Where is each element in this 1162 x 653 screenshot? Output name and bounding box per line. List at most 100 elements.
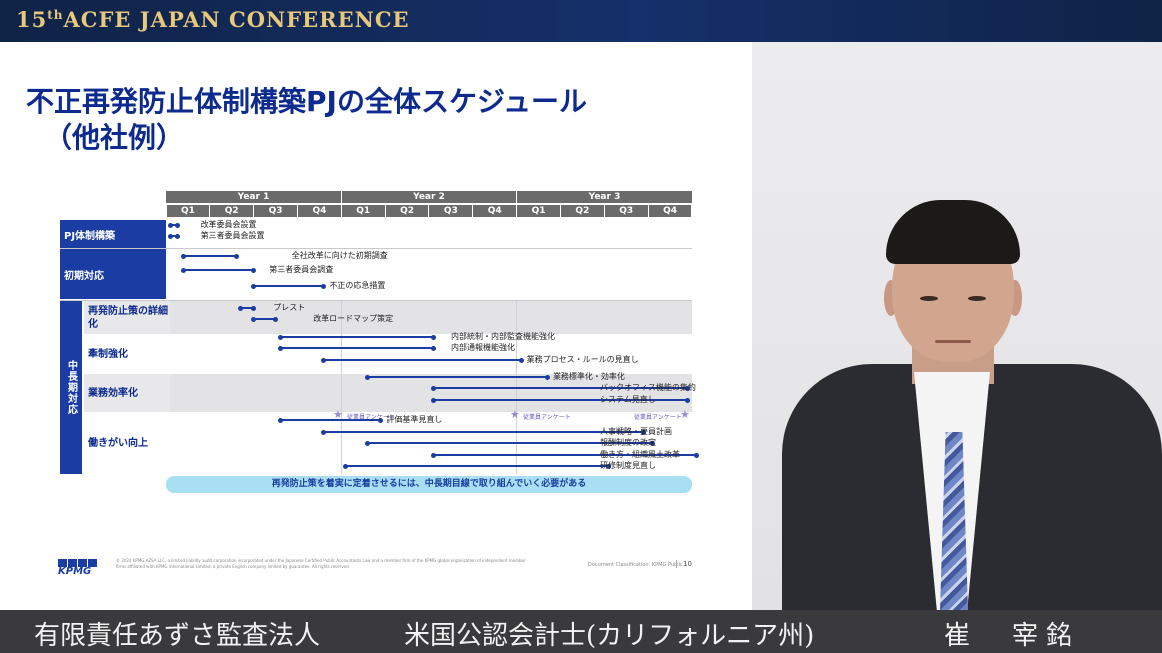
gantt-bar-endpoint xyxy=(233,254,239,259)
gantt-bar-endpoint xyxy=(277,418,283,423)
quarter-header: Q4 xyxy=(473,205,517,217)
subcat-detail: 再発防止策の詳細化 xyxy=(84,301,170,334)
gantt-bar-endpoint xyxy=(430,398,436,403)
survey-star-icon: ★ xyxy=(680,408,690,421)
gantt-bar-label: プレスト xyxy=(273,303,306,312)
gantt-bar-endpoint xyxy=(168,234,173,239)
gantt-bar-endpoint xyxy=(181,268,187,273)
gantt-bar-endpoint xyxy=(181,254,187,259)
gantt-bar-endpoint xyxy=(343,464,349,469)
category-mid-long: 中長期対応 xyxy=(60,301,82,474)
gantt-bar xyxy=(183,269,254,271)
gantt-bar-endpoint xyxy=(518,358,524,363)
page-number: 10 xyxy=(676,560,692,568)
gantt-bar-label: バックオフィス機能の集約 xyxy=(600,383,696,392)
subcat-control: 牽制強化 xyxy=(84,335,170,373)
gantt-bar-endpoint xyxy=(321,358,327,363)
gantt-bar-label: システム見直し xyxy=(600,395,656,404)
gantt-bar xyxy=(323,431,644,433)
gantt-bar-endpoint xyxy=(321,430,327,435)
survey-label: 従業員アンケート xyxy=(523,414,571,421)
gantt-bar-endpoint xyxy=(251,268,257,273)
quarter-header: Q3 xyxy=(254,205,297,217)
gantt-bar-endpoint xyxy=(168,223,173,228)
gantt-bar-label: 第三者委員会設置 xyxy=(200,231,265,240)
gantt-bar-endpoint xyxy=(174,234,180,239)
row-background xyxy=(166,301,692,334)
quarter-header: Q2 xyxy=(560,205,604,217)
year-header: Year 1 xyxy=(166,191,341,203)
survey-label: 従業員アンケート xyxy=(347,414,395,421)
conference-banner: 15thACFE JAPAN CONFERENCE xyxy=(0,0,1162,42)
conclusion-banner: 再発防止策を着実に定着させるには、中長期目線で取り組んでいく必要がある xyxy=(166,476,692,493)
gantt-bar-label: 不正の応急措置 xyxy=(329,281,386,290)
divider xyxy=(60,300,692,301)
caption-organization: 有限責任あずさ監査法人 xyxy=(34,621,321,651)
quarter-header: Q1 xyxy=(166,205,210,217)
gantt-bar-endpoint xyxy=(277,335,283,340)
gantt-bar-endpoint xyxy=(430,453,436,458)
gantt-bar-label: 内部通報機能強化 xyxy=(450,343,515,352)
survey-star-icon: ★ xyxy=(333,408,343,421)
subcat-efficiency: 業務効率化 xyxy=(84,374,170,412)
gantt-bar-endpoint xyxy=(321,284,327,289)
gantt-bar-label: 第三者委員会調査 xyxy=(269,265,334,274)
gantt-bar-label: 改革委員会設置 xyxy=(200,220,257,229)
gantt-bar-label: 内部統制・内部監査機能強化 xyxy=(450,332,555,341)
year-gridline xyxy=(341,301,342,474)
subcat-engagement: 働きがい向上 xyxy=(84,413,170,474)
presentation-slide: 不正再発防止体制構築PJの全体スケジュール （他社例） Year 1 Year … xyxy=(0,42,752,610)
speaker-eye xyxy=(920,296,938,301)
banner-title: 15thACFE JAPAN CONFERENCE xyxy=(16,7,410,32)
gantt-bar-endpoint xyxy=(277,346,283,351)
quarter-header: Q2 xyxy=(210,205,254,217)
category-pj: PJ体制構築 xyxy=(60,220,166,248)
gantt-bar-label: 報酬制度の改定 xyxy=(600,438,656,447)
caption-name: 崔 宰銘 xyxy=(944,621,1081,651)
quarter-header: Q4 xyxy=(297,205,341,217)
gantt-bar-label: 研修制度見直し xyxy=(600,461,656,470)
gantt-bar xyxy=(345,465,609,467)
survey-label: 従業員アンケート xyxy=(634,414,682,421)
kpmg-logo-text: KPMG xyxy=(58,566,92,577)
speaker-eye xyxy=(968,296,986,301)
speaker-video xyxy=(752,42,1162,610)
gantt-bar-endpoint xyxy=(174,223,180,228)
gantt-bar-label: 人事戦略・要員計画 xyxy=(600,427,672,436)
gantt-bar xyxy=(279,336,433,338)
gantt-bar xyxy=(323,359,521,361)
gantt-bar-label: 改革ロードマップ策定 xyxy=(313,314,394,323)
gantt-bar-label: 業務プロセス・ルールの見直し xyxy=(526,355,639,364)
caption-qualification: 米国公認会計士(カリフォルニア州) xyxy=(404,621,815,651)
gantt-bar-label: 全社改革に向けた初期調査 xyxy=(291,251,388,260)
gantt-bar xyxy=(183,255,236,257)
gantt-bar xyxy=(253,318,276,320)
quarter-header: Q3 xyxy=(604,205,648,217)
speaker-caption: 有限責任あずさ監査法人 米国公認会計士(カリフォルニア州) 崔 宰銘 xyxy=(0,610,1162,653)
copyright-text: © 2024 KPMG AZSA LLC, a limited liabilit… xyxy=(116,558,526,569)
gantt-bar-label: 働き方・組織風土改革 xyxy=(600,450,680,459)
gantt-bar-endpoint xyxy=(251,284,257,289)
gantt-bar xyxy=(279,347,433,349)
category-initial: 初期対応 xyxy=(60,249,166,299)
gantt-bar-endpoint xyxy=(430,335,436,340)
gantt-bar-endpoint xyxy=(365,441,371,446)
gantt-bar xyxy=(367,376,547,378)
speaker-hair xyxy=(886,200,1020,264)
speaker-mouth xyxy=(935,340,971,343)
quarter-header: Q2 xyxy=(385,205,429,217)
doc-classification: Document Classification: KPMG Public xyxy=(588,562,683,568)
survey-star-icon: ★ xyxy=(510,408,520,421)
gantt-bar-endpoint xyxy=(430,386,436,391)
gantt-chart: Year 1 Year 2 Year 3 Q1 Q2 Q3 Q4 Q1 Q2 Q3 Q4 Q1 Q… xyxy=(0,42,752,610)
year-header: Year 2 xyxy=(342,191,516,203)
gantt-bar-label: 業務標準化・効率化 xyxy=(552,372,625,381)
quarter-header: Q4 xyxy=(648,205,692,217)
divider xyxy=(60,248,692,249)
year-header: Year 3 xyxy=(517,191,692,203)
quarter-header: Q3 xyxy=(429,205,473,217)
gantt-bar-endpoint xyxy=(693,453,699,458)
gantt-bar-endpoint xyxy=(544,375,550,380)
gantt-bar-endpoint xyxy=(430,346,436,351)
gantt-bar xyxy=(253,285,324,287)
